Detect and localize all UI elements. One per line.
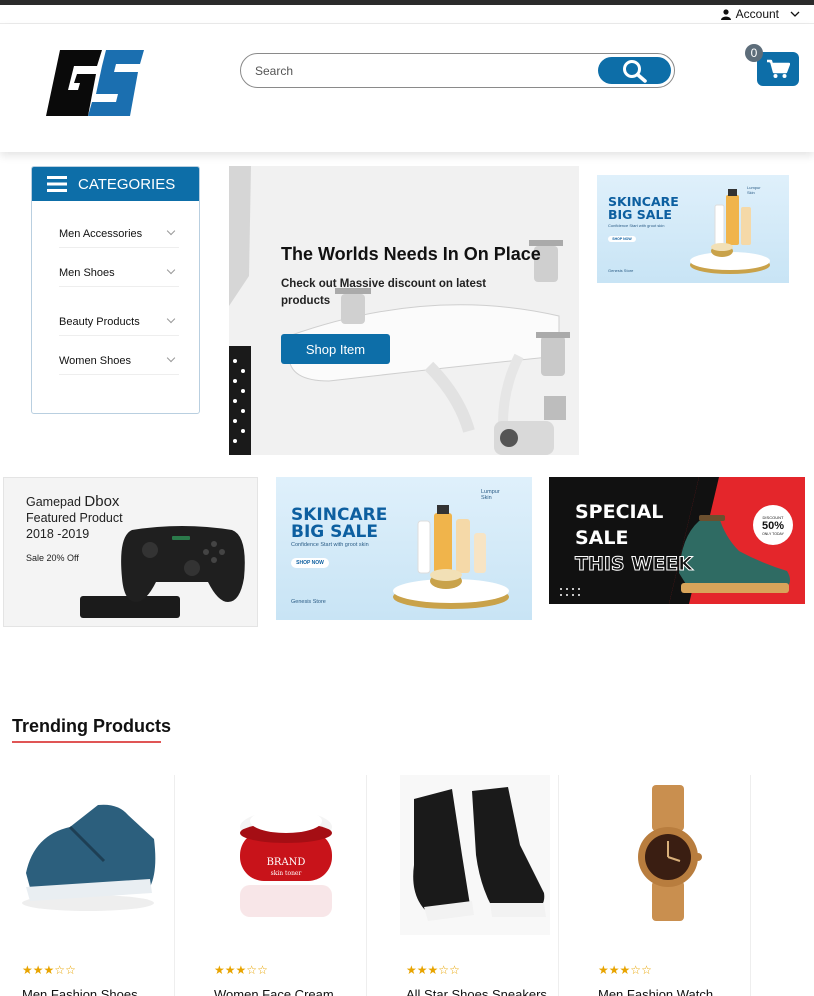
- svg-text:BRAND: BRAND: [267, 857, 306, 868]
- gamepad-image: [80, 526, 245, 618]
- product-image-cream: BRAND skin toner: [240, 809, 332, 917]
- star-empty-icon: ☆: [630, 963, 642, 977]
- product-name[interactable]: Women Face Cream: [214, 987, 334, 996]
- category-label: Men Shoes: [59, 266, 115, 279]
- special-line1: SPECIAL: [575, 501, 664, 523]
- category-item-men-accessories[interactable]: Men Accessories: [59, 220, 179, 248]
- search-icon: [622, 59, 647, 83]
- trending-title-underline: [12, 741, 161, 743]
- discount-badge: DISCOUNT 50% ONLY TODAY: [753, 505, 793, 545]
- product-name[interactable]: All Star Shoes Sneakers: [406, 987, 547, 996]
- special-sale-text: SPECIAL SALE THIS WEEK: [575, 499, 694, 577]
- star-empty-icon: ☆: [438, 963, 450, 977]
- product-image-high-tops: [400, 775, 550, 935]
- star-icon: ★: [32, 963, 44, 977]
- drone-image: [229, 166, 579, 455]
- skincare-products-image: [690, 189, 770, 274]
- rating-stars: ★★★☆☆: [406, 963, 460, 977]
- product-card[interactable]: BRAND skin toner ★★★☆☆ Women Face Cream: [192, 775, 367, 996]
- star-icon: ★: [22, 963, 33, 977]
- chevron-down-icon: [790, 11, 800, 17]
- shop-item-button[interactable]: Shop Item: [281, 334, 390, 364]
- star-icon: ★: [214, 963, 225, 977]
- special-line2: SALE: [575, 527, 629, 549]
- cart-count-badge: 0: [745, 44, 763, 62]
- category-label: Men Accessories: [59, 227, 143, 240]
- chevron-down-icon: [166, 314, 176, 324]
- star-icon: ★: [224, 963, 236, 977]
- account-menu[interactable]: Account: [720, 7, 800, 21]
- star-icon: ★: [416, 963, 428, 977]
- star-icon: ★: [608, 963, 620, 977]
- trending-products-title: Trending Products: [12, 716, 172, 736]
- category-label: Women Shoes: [59, 354, 131, 367]
- star-icon: ★: [406, 963, 417, 977]
- site-header: 0: [0, 24, 814, 152]
- skincare-banner-small[interactable]: SKINCARE BIG SALE Confidence Start with g…: [597, 175, 789, 283]
- search-input[interactable]: [255, 61, 585, 81]
- star-icon: ★: [619, 963, 631, 977]
- discount-value: 50%: [761, 519, 785, 532]
- product-name[interactable]: Men Fashion Shoes: [22, 987, 138, 996]
- star-empty-icon: ☆: [257, 963, 268, 977]
- categories-panel: CATEGORIES Men Accessories Men Shoes Bea…: [31, 166, 200, 414]
- product-image-sneakers: [22, 804, 156, 911]
- star-empty-icon: ☆: [246, 963, 258, 977]
- hero-banner: The Worlds Needs In On Place Check out M…: [229, 166, 579, 455]
- chevron-down-icon: [166, 226, 176, 236]
- star-empty-icon: ☆: [641, 963, 652, 977]
- hero-title: The Worlds Needs In On Place: [281, 244, 541, 264]
- star-empty-icon: ☆: [54, 963, 66, 977]
- special-line3: THIS WEEK: [575, 553, 694, 576]
- svg-text:skin toner: skin toner: [271, 870, 302, 877]
- search-bar: [240, 53, 675, 88]
- gamepad-banner[interactable]: Gamepad Dbox Featured Product 2018 -2019…: [3, 477, 258, 627]
- chevron-down-icon: [166, 353, 176, 363]
- gs-logo[interactable]: [44, 48, 146, 118]
- chevron-down-icon: [166, 265, 176, 275]
- star-icon: ★: [43, 963, 55, 977]
- categories-list: Men Accessories Men Shoes Beauty Product…: [59, 217, 179, 375]
- search-button[interactable]: [598, 57, 671, 84]
- categories-title: CATEGORIES: [78, 175, 176, 193]
- product-name[interactable]: Men Fashion Watch: [598, 987, 713, 996]
- account-label: Account: [735, 7, 779, 21]
- menu-icon: [47, 176, 67, 192]
- cart-icon: [767, 59, 790, 78]
- star-icon: ★: [598, 963, 609, 977]
- rating-stars: ★★★☆☆: [598, 963, 652, 977]
- star-empty-icon: ☆: [65, 963, 76, 977]
- rating-stars: ★★★☆☆: [22, 963, 76, 977]
- rating-stars: ★★★☆☆: [214, 963, 268, 977]
- categories-header[interactable]: CATEGORIES: [32, 167, 199, 201]
- product-card[interactable]: ★★★☆☆ Men Fashion Watch: [576, 775, 751, 996]
- special-sale-banner[interactable]: SPECIAL SALE THIS WEEK DISCOUNT 50% ONLY…: [549, 477, 805, 604]
- product-card[interactable]: ★★★☆☆ Men Fashion Shoes: [0, 775, 175, 996]
- category-item-beauty-products[interactable]: Beauty Products: [59, 308, 179, 336]
- cart-button[interactable]: [757, 52, 799, 86]
- category-label: Beauty Products: [59, 315, 140, 328]
- user-icon: [720, 8, 731, 20]
- hero-subtitle: Check out Massive discount on latest pro…: [281, 278, 487, 307]
- star-empty-icon: ☆: [449, 963, 460, 977]
- account-bar: Account: [0, 5, 814, 24]
- category-item-men-shoes[interactable]: Men Shoes: [59, 259, 179, 287]
- skincare-products-image: [393, 505, 509, 609]
- skincare-banner-large[interactable]: SKINCARE BIG SALE Confidence Start with g…: [276, 477, 532, 620]
- product-card[interactable]: ★★★☆☆ All Star Shoes Sneakers: [384, 775, 559, 996]
- discount-sub: ONLY TODAY: [762, 531, 784, 536]
- category-item-women-shoes[interactable]: Women Shoes: [59, 347, 179, 375]
- product-image-watch: [638, 785, 702, 921]
- star-icon: ★: [427, 963, 439, 977]
- star-icon: ★: [235, 963, 247, 977]
